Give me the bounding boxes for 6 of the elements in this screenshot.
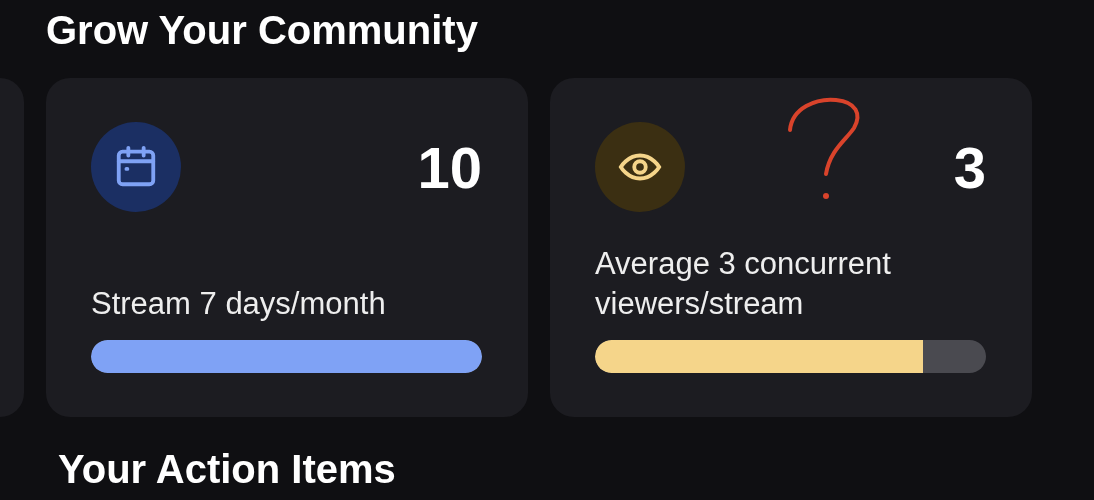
goal-value: 3 xyxy=(953,133,986,201)
goal-label: Stream 7 days/month xyxy=(91,285,387,323)
goal-value: 10 xyxy=(417,133,482,201)
section-heading: Grow Your Community xyxy=(46,7,479,54)
goal-label: Average 3 concurrent viewers/stream xyxy=(595,245,892,323)
section-heading: Your Action Items xyxy=(58,446,397,493)
